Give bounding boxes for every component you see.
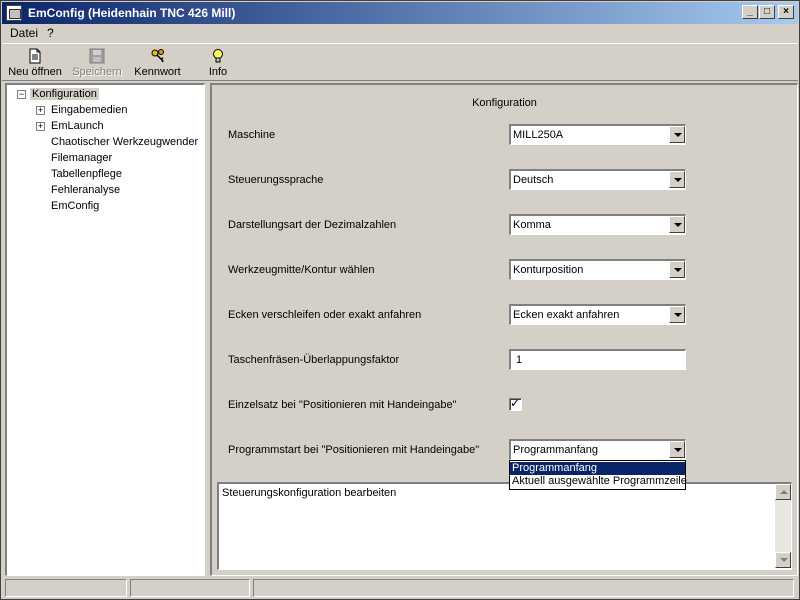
tree-item-emconfig[interactable]: EmConfig [51, 200, 99, 212]
scroll-up-icon[interactable] [775, 484, 791, 500]
tree-item-emlaunch[interactable]: EmLaunch [51, 120, 104, 132]
maschine-select[interactable]: MILL250A [509, 124, 686, 145]
status-bar [2, 579, 798, 599]
tree-item-chaotischer-werkzeugwender[interactable]: Chaotischer Werkzeugwender [51, 136, 198, 148]
ueberlappungsfaktor-value: 1 [516, 354, 523, 366]
title-bar[interactable]: EmConfig (Heidenhain TNC 426 Mill) _ □ × [2, 2, 798, 24]
emconfig-window: EmConfig (Heidenhain TNC 426 Mill) _ □ ×… [0, 0, 800, 600]
lightbulb-icon [210, 48, 226, 64]
floppy-disk-icon [89, 48, 105, 64]
tree-item-filemanager[interactable]: Filemanager [51, 152, 112, 164]
new-open-button[interactable]: Neu öffnen [5, 44, 65, 80]
close-button[interactable]: × [778, 5, 794, 19]
description-scrollbar[interactable] [775, 484, 791, 568]
werkzeugmitte-value: Konturposition [513, 264, 584, 276]
tree-item-tabellenpflege[interactable]: Tabellenpflege [51, 168, 122, 180]
field-label-steuerungssprache: Steuerungssprache [228, 174, 324, 186]
maschine-value: MILL250A [513, 129, 564, 141]
info-label: Info [208, 66, 228, 78]
field-label-programmstart: Programmstart bei "Positionieren mit Han… [228, 444, 480, 456]
ecken-value: Ecken exakt anfahren [513, 309, 620, 321]
menu-datei[interactable]: Datei [10, 26, 38, 40]
dezimalzahlen-select[interactable]: Komma [509, 214, 686, 235]
field-label-ecken: Ecken verschleifen oder exakt anfahren [228, 309, 422, 321]
save-button[interactable]: Speichern [69, 44, 125, 80]
document-icon [27, 48, 43, 64]
app-icon [6, 5, 22, 21]
steuerungssprache-value: Deutsch [513, 174, 554, 186]
tree-item-fehleranalyse[interactable]: Fehleranalyse [51, 184, 120, 196]
dropdown-arrow-icon[interactable] [669, 441, 685, 458]
checkmark-icon: ✓ [510, 396, 521, 410]
dropdown-arrow-icon[interactable] [669, 126, 685, 143]
dropdown-arrow-icon[interactable] [669, 261, 685, 278]
tree-item-eingabemedien[interactable]: Eingabemedien [51, 104, 127, 116]
field-label-ueberlappungsfaktor: Taschenfräsen-Überlappungsfaktor [228, 354, 400, 366]
collapse-root-icon[interactable]: − [17, 90, 26, 99]
ueberlappungsfaktor-input[interactable]: 1 [509, 349, 686, 370]
einzelsatz-checkbox[interactable]: ✓ [509, 396, 522, 411]
dropdown-option-aktuell[interactable]: Aktuell ausgewählte Programmzeile [510, 475, 687, 488]
status-pane-1 [5, 579, 127, 597]
maximize-button[interactable]: □ [759, 5, 775, 19]
tree-item-konfiguration[interactable]: Konfiguration [30, 88, 99, 100]
dropdown-arrow-icon[interactable] [669, 306, 685, 323]
expand-emlaunch-icon[interactable]: + [36, 122, 45, 131]
info-button[interactable]: Info [202, 44, 234, 80]
field-label-werkzeugmitte: Werkzeugmitte/Kontur wählen [228, 264, 375, 276]
werkzeugmitte-select[interactable]: Konturposition [509, 259, 686, 280]
menu-bar: Datei ? [2, 24, 798, 42]
window-title: EmConfig (Heidenhain TNC 426 Mill) [28, 6, 236, 20]
dropdown-arrow-icon[interactable] [669, 171, 685, 188]
menu-help[interactable]: ? [47, 26, 54, 40]
password-label: Kennwort [134, 66, 181, 78]
toolbar: Neu öffnen Speichern Kennwort Info [2, 43, 798, 81]
description-text: Steuerungskonfiguration bearbeiten [222, 487, 397, 499]
status-pane-3 [253, 579, 794, 597]
programmstart-value: Programmanfang [513, 444, 598, 456]
dropdown-option-programmanfang[interactable]: Programmanfang [510, 462, 685, 475]
field-label-maschine: Maschine [228, 129, 276, 141]
keys-icon [150, 48, 166, 64]
minimize-button[interactable]: _ [742, 5, 758, 19]
dropdown-arrow-icon[interactable] [669, 216, 685, 233]
description-box[interactable]: Steuerungskonfiguration bearbeiten [217, 482, 792, 570]
password-button[interactable]: Kennwort [130, 44, 185, 80]
dezimalzahlen-value: Komma [513, 219, 551, 231]
ecken-select[interactable]: Ecken exakt anfahren [509, 304, 686, 325]
navigation-tree[interactable]: − Konfiguration + Eingabemedien + EmLaun… [5, 83, 205, 576]
field-label-einzelsatz: Einzelsatz bei "Positionieren mit Handei… [228, 399, 457, 411]
save-label: Speichern [72, 66, 122, 78]
programmstart-dropdown-list[interactable]: Programmanfang Aktuell ausgewählte Progr… [509, 460, 687, 490]
expand-eingabemedien-icon[interactable]: + [36, 106, 45, 115]
panel-title: Konfiguration [472, 97, 537, 109]
configuration-panel: Konfiguration Maschine MILL250A Steuerun… [210, 83, 798, 576]
steuerungssprache-select[interactable]: Deutsch [509, 169, 686, 190]
field-label-dezimalzahlen: Darstellungsart der Dezimalzahlen [228, 219, 397, 231]
scroll-down-icon[interactable] [775, 552, 791, 568]
new-open-label: Neu öffnen [8, 66, 62, 78]
status-pane-2 [130, 579, 250, 597]
programmstart-select[interactable]: Programmanfang [509, 439, 686, 460]
